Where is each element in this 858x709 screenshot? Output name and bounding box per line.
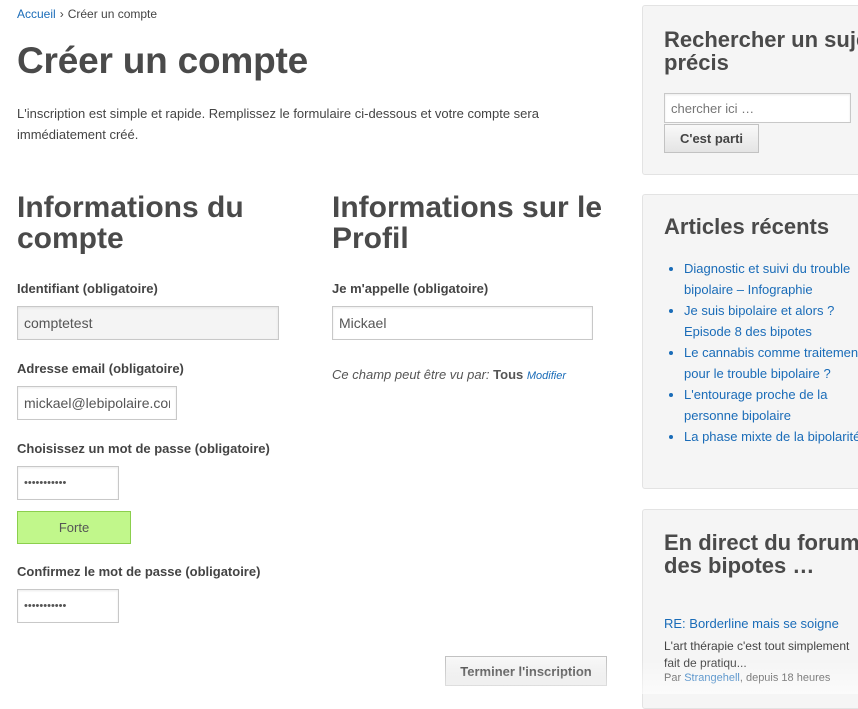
recent-article-link[interactable]: L'entourage proche de la personne bipolai… <box>684 387 827 423</box>
username-label: Identifiant (obligatoire) <box>17 281 158 296</box>
profile-section-heading: Informations sur le Profil <box>332 191 603 255</box>
forum-post-excerpt: L'art thérapie c'est tout simplement fai… <box>664 638 849 672</box>
list-item: Diagnostic et suivi du trouble bipolaire … <box>684 258 858 300</box>
list-item: Je suis bipolaire et alors ? Episode 8 de… <box>684 300 858 342</box>
forum-widget: En direct du forum des bipotes … RE: Bor… <box>642 509 858 709</box>
forum-post-meta: Par Strangehell, depuis 18 heures <box>664 672 830 684</box>
breadcrumb-separator: › <box>59 7 64 21</box>
list-item: L'entourage proche de la personne bipolai… <box>684 384 858 426</box>
link-line: personne bipolaire <box>684 408 791 423</box>
recent-article-link[interactable]: Diagnostic et suivi du trouble bipolaire … <box>684 261 850 297</box>
search-widget: Rechercher un sujet précis C'est parti <box>642 5 858 175</box>
search-submit-button[interactable]: C'est parti <box>664 124 759 153</box>
email-label: Adresse email (obligatoire) <box>17 361 184 376</box>
list-item: Le cannabis comme traitement pour le trou… <box>684 342 858 384</box>
link-line: Diagnostic et suivi du trouble <box>684 261 851 276</box>
sidebar-search-input[interactable] <box>664 93 851 123</box>
visibility-value: Tous <box>493 367 524 382</box>
link-line: Je suis bipolaire et alors ? <box>684 303 835 318</box>
link-line: La phase mixte de la bipolarité <box>684 429 858 444</box>
forum-widget-title: En direct du forum des bipotes … <box>664 531 858 577</box>
account-section-heading: Informations du compte <box>17 191 244 255</box>
breadcrumb-home-link[interactable]: Accueil <box>17 7 56 21</box>
recent-articles-title: Articles récents <box>664 214 830 239</box>
password-input[interactable] <box>17 466 119 500</box>
username-input[interactable] <box>17 306 279 340</box>
password-strength-indicator: Forte <box>17 511 131 544</box>
excerpt-line: fait de pratiqu... <box>664 656 747 670</box>
link-line: L'entourage proche de la <box>684 387 828 402</box>
confirm-password-label: Confirmez le mot de passe (obligatoire) <box>17 564 261 579</box>
link-line: pour le trouble bipolaire ? <box>684 366 831 381</box>
meta-suffix: , depuis 18 heures <box>739 672 831 684</box>
visibility-modify-link[interactable]: Modifier <box>527 370 566 382</box>
email-input[interactable] <box>17 386 177 420</box>
recent-article-link[interactable]: Le cannabis comme traitement pour le trou… <box>684 345 858 381</box>
list-item: La phase mixte de la bipolarité <box>684 426 858 447</box>
search-widget-title: Rechercher un sujet précis <box>664 28 858 74</box>
password-label: Choisissez un mot de passe (obligatoire) <box>17 441 270 456</box>
search-widget-title-line2: précis <box>664 50 729 75</box>
forum-author-link[interactable]: Strangehell <box>684 672 740 684</box>
meta-prefix: Par <box>664 672 682 684</box>
submit-registration-button[interactable]: Terminer l'inscription <box>445 656 607 686</box>
name-input[interactable] <box>332 306 593 340</box>
forum-widget-title-line1: En direct du forum <box>664 530 858 555</box>
intro-text: L'inscription est simple et rapide. Remp… <box>17 106 539 142</box>
link-line: Le cannabis comme traitement <box>684 345 858 360</box>
recent-articles-widget: Articles récents Diagnostic et suivi du … <box>642 194 858 489</box>
name-label: Je m'appelle (obligatoire) <box>332 281 489 296</box>
forum-post-link[interactable]: RE: Borderline mais se soigne <box>664 616 839 631</box>
confirm-password-input[interactable] <box>17 589 119 623</box>
excerpt-line: L'art thérapie c'est tout simplement <box>664 639 850 653</box>
forum-widget-title-line2: des bipotes … <box>664 553 815 578</box>
link-line: Episode 8 des bipotes <box>684 324 812 339</box>
field-visibility-note: Ce champ peut être vu par: Tous Modifier <box>332 367 566 382</box>
search-widget-title-line1: Rechercher un sujet <box>664 27 858 52</box>
recent-articles-list: Diagnostic et suivi du trouble bipolaire … <box>664 258 858 447</box>
breadcrumb-current: Créer un compte <box>67 7 158 21</box>
breadcrumb: Accueil › Créer un compte <box>17 7 157 21</box>
page-title: Créer un compte <box>17 40 309 81</box>
recent-article-link[interactable]: La phase mixte de la bipolarité <box>684 429 858 444</box>
visibility-text: Ce champ peut être vu par: <box>332 367 490 382</box>
recent-article-link[interactable]: Je suis bipolaire et alors ? Episode 8 de… <box>684 303 834 339</box>
link-line: bipolaire – Infographie <box>684 282 813 297</box>
